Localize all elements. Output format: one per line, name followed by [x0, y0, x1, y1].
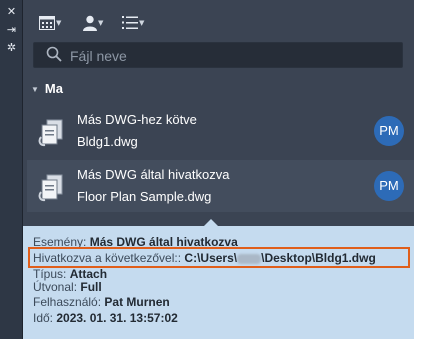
chevron-down-icon: ▼ [56, 18, 62, 27]
chevron-down-icon: ▼ [139, 18, 145, 27]
tooltip-time-row: Idő: 2023. 01. 31. 13:57:02 [33, 310, 178, 326]
tooltip-reference-suffix: \Desktop\Bldg1.dwg [261, 251, 376, 265]
tooltip-user-value: Pat Murnen [104, 295, 170, 309]
linked-file-icon [38, 174, 63, 202]
calendar-view-icon [39, 15, 55, 30]
search-input[interactable] [68, 45, 392, 67]
chevron-down-icon: ▼ [98, 18, 104, 27]
list-item[interactable]: Más DWG-hez kötve Bldg1.dwg PM [27, 105, 414, 157]
activity-panel: ▼ ▼ ▼ ▼ Ma [23, 0, 414, 339]
tooltip-pointer [203, 219, 219, 227]
user-filter-icon [83, 15, 97, 31]
close-icon[interactable]: ✕ [3, 5, 20, 19]
toolbar: ▼ ▼ ▼ [23, 0, 414, 40]
list-view-icon [122, 16, 138, 29]
group-label: Ma [44, 81, 63, 96]
right-margin [414, 0, 423, 339]
list-item[interactable]: Más DWG által hivatkozva Floor Plan Samp… [27, 160, 414, 212]
user-filter-button[interactable]: ▼ [83, 12, 103, 32]
search-box [33, 42, 403, 68]
group-header-today[interactable]: ▼ Ma [31, 81, 63, 97]
collapse-triangle-icon: ▼ [31, 84, 39, 94]
list-view-button[interactable]: ▼ [122, 12, 144, 32]
item-event: Más DWG által hivatkozva [77, 167, 230, 182]
tooltip-path-value: Full [80, 280, 102, 294]
tooltip-path-label: Útvonal: [33, 280, 78, 294]
item-event: Más DWG-hez kötve [77, 112, 197, 127]
search-icon [46, 46, 62, 62]
tooltip-reference-prefix: C:\Users\ [184, 251, 238, 265]
item-filename: Bldg1.dwg [77, 134, 138, 149]
redacted-username [237, 253, 262, 264]
linked-file-icon [38, 119, 63, 147]
tooltip-user-row: Felhasználó: Pat Murnen [33, 294, 170, 310]
calendar-view-button[interactable]: ▼ [39, 12, 61, 32]
tooltip-path-row: Útvonal: Full [33, 279, 102, 295]
tooltip-reference-label: Hivatkozva a következővel:: [33, 251, 182, 265]
tooltip-reference-row: Hivatkozva a következővel:: C:\Users\ \De… [33, 250, 376, 266]
avatar: PM [374, 116, 404, 146]
palette-strip: ✕ ⇥ ✲ [0, 0, 23, 339]
tooltip-time-label: Idő: [33, 311, 54, 325]
settings-icon[interactable]: ✲ [3, 41, 20, 55]
tooltip-user-label: Felhasználó: [33, 295, 102, 309]
pin-icon[interactable]: ⇥ [3, 23, 20, 37]
tooltip-time-value: 2023. 01. 31. 13:57:02 [56, 311, 178, 325]
item-tooltip: Esemény: Más DWG által hivatkozva Hivatk… [23, 219, 414, 339]
avatar: PM [374, 171, 404, 201]
item-filename: Floor Plan Sample.dwg [77, 189, 212, 204]
